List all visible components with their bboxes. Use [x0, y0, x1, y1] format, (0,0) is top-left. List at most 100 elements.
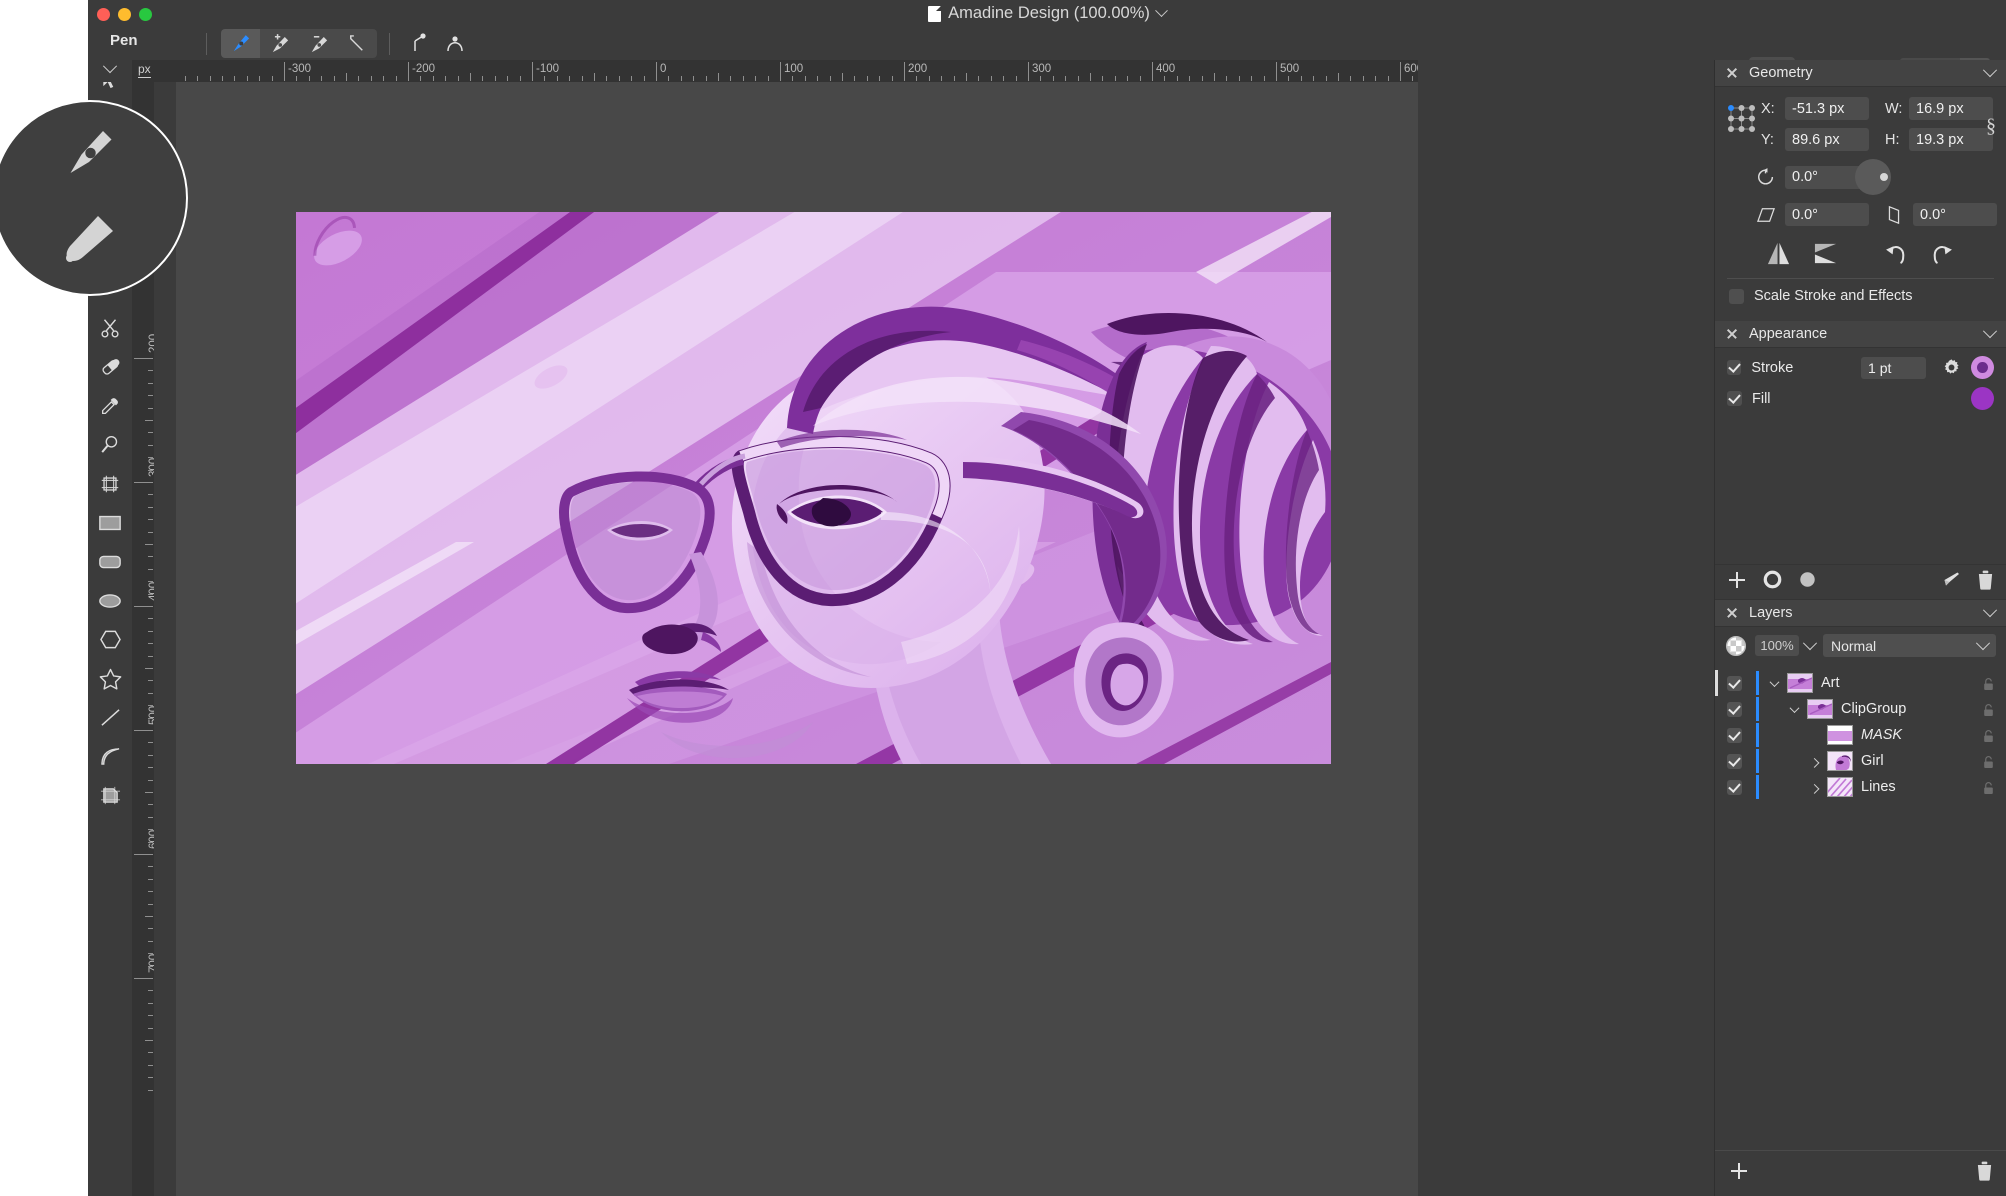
- canvas-area[interactable]: [176, 82, 1418, 1196]
- rounded-rectangle-tool[interactable]: [88, 542, 132, 581]
- shear-horizontal-field[interactable]: 0.0°: [1785, 203, 1869, 226]
- add-anchor-point-button[interactable]: [260, 29, 299, 58]
- link-chain-icon[interactable]: §: [1986, 115, 1996, 138]
- lock-icon[interactable]: [1983, 677, 1994, 690]
- gear-icon[interactable]: [1942, 358, 1961, 377]
- flip-horizontal-button[interactable]: [1755, 238, 1802, 268]
- close-icon[interactable]: [1726, 328, 1738, 340]
- rotation-dial[interactable]: [1855, 159, 1891, 195]
- lock-icon[interactable]: [1983, 781, 1994, 794]
- marker-pen-icon[interactable]: [60, 209, 120, 274]
- add-layer-footer-button[interactable]: [1729, 1161, 1749, 1186]
- eyedropper-tool[interactable]: [88, 386, 132, 425]
- layer-row[interactable]: ClipGroup: [1715, 696, 2006, 722]
- layer-disclosure-triangle[interactable]: [1807, 757, 1822, 768]
- ruler-unit-dropdown[interactable]: [88, 59, 132, 82]
- chevron-down-icon[interactable]: [1155, 4, 1168, 18]
- pen-nib-icon[interactable]: [60, 122, 120, 187]
- curve-node-button[interactable]: [438, 29, 474, 58]
- layer-disclosure-triangle[interactable]: [1767, 676, 1782, 687]
- flip-vertical-button[interactable]: [1802, 238, 1849, 268]
- layer-row[interactable]: Girl: [1715, 748, 2006, 774]
- layer-visibility-checkbox[interactable]: [1727, 701, 1742, 717]
- chevron-down-icon[interactable]: [1802, 635, 1818, 650]
- layer-visibility-checkbox[interactable]: [1727, 675, 1742, 691]
- anchor-grid-icon[interactable]: [1727, 104, 1755, 132]
- stroke-row[interactable]: Stroke 1 pt: [1715, 352, 2006, 383]
- add-layer-button[interactable]: [1727, 570, 1747, 595]
- layer-visibility-checkbox[interactable]: [1727, 779, 1742, 795]
- layer-row[interactable]: MASK: [1715, 722, 2006, 748]
- clear-style-button[interactable]: [1941, 570, 1961, 595]
- rotate-clockwise-button[interactable]: [1919, 238, 1966, 268]
- chevron-down-icon[interactable]: [1982, 324, 1998, 339]
- geometry-section-header[interactable]: Geometry: [1715, 60, 2006, 87]
- chevron-down-icon[interactable]: [1982, 603, 1998, 618]
- checkerboard-icon[interactable]: [1725, 635, 1747, 657]
- fill-color-swatch[interactable]: [1971, 387, 1994, 410]
- layer-row[interactable]: Lines: [1715, 774, 2006, 800]
- corner-point-button[interactable]: [338, 29, 377, 58]
- fill-checkbox[interactable]: [1727, 391, 1742, 406]
- arc-tool[interactable]: [88, 737, 132, 776]
- layers-section-header[interactable]: Layers: [1715, 600, 2006, 627]
- rotate-counterclockwise-button[interactable]: [1871, 238, 1918, 268]
- new-group-button[interactable]: [1763, 570, 1782, 594]
- ruler-minor-tick: [1362, 76, 1364, 81]
- appearance-section-header[interactable]: Appearance: [1715, 321, 2006, 348]
- chevron-right-icon: [1809, 783, 1820, 794]
- ruler-minor-tick: [246, 76, 248, 81]
- lock-icon[interactable]: [1983, 729, 1994, 742]
- artboard-tool[interactable]: [88, 464, 132, 503]
- layers-footer: [1715, 1150, 2006, 1196]
- layer-opacity-field[interactable]: 100%: [1755, 635, 1799, 656]
- remove-anchor-point-button[interactable]: [299, 29, 338, 58]
- delete-button[interactable]: [1977, 570, 1994, 595]
- ellipse-tool[interactable]: [88, 581, 132, 620]
- ruler-major-tick: [134, 730, 153, 731]
- inspector-panel: Geometry § X: -51.3 px W: 16.9 px Y: 89.…: [1714, 60, 2006, 1196]
- rectangle-tool[interactable]: [88, 503, 132, 542]
- line-tool[interactable]: [88, 698, 132, 737]
- shear-vertical-icon: [1881, 205, 1907, 225]
- blend-mode-select[interactable]: Normal: [1823, 634, 1996, 657]
- star-tool[interactable]: [88, 659, 132, 698]
- pen-tool-button[interactable]: [221, 29, 260, 58]
- layer-row[interactable]: Art: [1715, 670, 2006, 696]
- horizontal-ruler[interactable]: -300-200-1000100200300400500600700800900: [176, 60, 1418, 82]
- chevron-down-icon[interactable]: [1982, 63, 1998, 78]
- height-field[interactable]: 19.3 px: [1909, 128, 1993, 151]
- crop-tool[interactable]: [88, 776, 132, 815]
- straight-node-button[interactable]: [402, 29, 438, 58]
- lock-icon[interactable]: [1983, 703, 1994, 716]
- width-field[interactable]: 16.9 px: [1909, 97, 1993, 120]
- rotation-knob[interactable]: [1880, 173, 1888, 181]
- shear-vertical-field[interactable]: 0.0°: [1913, 203, 1997, 226]
- layer-visibility-checkbox[interactable]: [1727, 727, 1742, 743]
- active-tool-label: Pen: [110, 32, 138, 49]
- new-shape-button[interactable]: [1798, 570, 1817, 594]
- y-field[interactable]: 89.6 px: [1785, 128, 1869, 151]
- eyedropper-icon: [102, 397, 118, 414]
- scale-stroke-checkbox[interactable]: [1729, 288, 1744, 304]
- polygon-tool[interactable]: [88, 620, 132, 659]
- layer-disclosure-triangle[interactable]: [1787, 702, 1802, 713]
- eraser-tool[interactable]: [88, 347, 132, 386]
- ruler-minor-tick: [643, 76, 645, 81]
- close-icon[interactable]: [1726, 607, 1738, 619]
- artboard[interactable]: [296, 212, 1331, 764]
- scissors-tool[interactable]: [88, 308, 132, 347]
- layer-visibility-checkbox[interactable]: [1727, 753, 1742, 769]
- stroke-width-field[interactable]: 1 pt: [1861, 356, 1927, 379]
- delete-layer-footer-button[interactable]: [1976, 1161, 1993, 1186]
- document-title-bar[interactable]: Amadine Design (100.00%): [88, 0, 2006, 27]
- fill-row[interactable]: Fill: [1715, 383, 2006, 414]
- zoom-tool[interactable]: [88, 425, 132, 464]
- layer-disclosure-triangle[interactable]: [1807, 783, 1822, 794]
- stroke-checkbox[interactable]: [1727, 360, 1742, 375]
- close-icon[interactable]: [1726, 67, 1738, 79]
- scale-stroke-row[interactable]: Scale Stroke and Effects: [1715, 279, 2006, 315]
- stroke-color-swatch[interactable]: [1971, 356, 1994, 379]
- lock-icon[interactable]: [1983, 755, 1994, 768]
- x-field[interactable]: -51.3 px: [1785, 97, 1869, 120]
